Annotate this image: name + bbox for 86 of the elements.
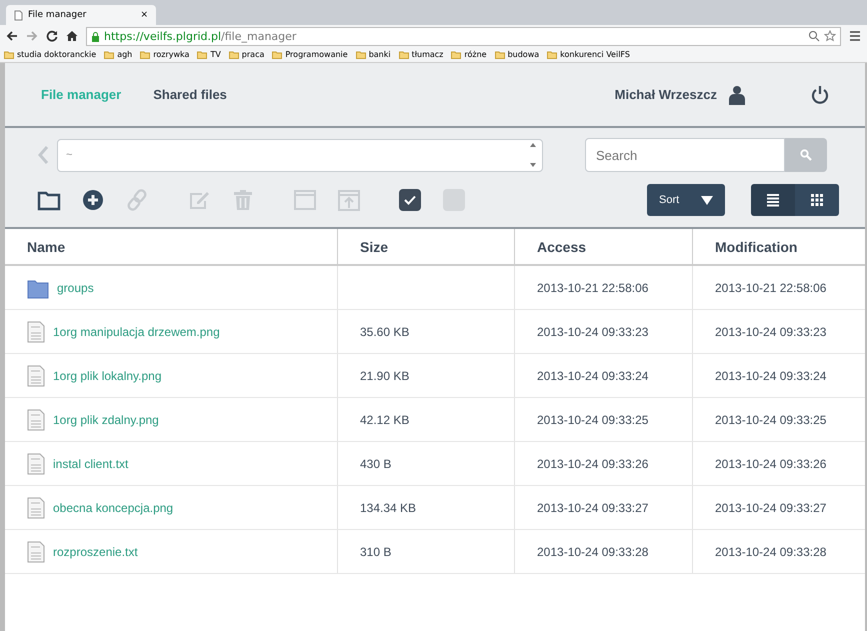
column-header[interactable]: Access: [514, 229, 692, 265]
bookmark[interactable]: tłumacz: [398, 50, 444, 59]
document-icon: [27, 496, 45, 518]
table-cell: 2013-10-24 09:33:27: [715, 500, 826, 514]
tab-title: File manager: [28, 10, 88, 20]
list-view-button[interactable]: [751, 184, 795, 216]
grid-view-button[interactable]: [795, 184, 839, 216]
bookmark[interactable]: rozrywka: [140, 50, 190, 59]
folder-icon: [547, 50, 558, 58]
table-cell: 42.12 KB: [360, 412, 410, 426]
home-icon[interactable]: [66, 30, 78, 42]
browser-tab[interactable]: File manager ×: [6, 5, 156, 25]
url-text: https://veilfs.plgrid.pl/file_manager: [104, 30, 296, 42]
folder-icon: [197, 50, 208, 58]
folder-icon: [451, 50, 462, 58]
bookmark[interactable]: studia doktoranckie: [4, 50, 96, 59]
folder-icon: [494, 50, 505, 58]
table-cell: 2013-10-24 09:33:23: [537, 324, 648, 338]
bookmark[interactable]: TV: [197, 50, 221, 59]
bookmark[interactable]: agh: [104, 50, 132, 59]
table-cell: 2013-10-24 09:33:26: [715, 456, 826, 470]
bookmark[interactable]: różne: [451, 50, 487, 59]
column-header[interactable]: Name: [5, 229, 338, 265]
document-icon: [27, 540, 45, 562]
bookmark[interactable]: praca: [228, 50, 264, 59]
sort-button[interactable]: Sort: [647, 184, 725, 216]
table-cell: 2013-10-24 09:33:25: [715, 412, 826, 426]
table-cell: 2013-10-24 09:33:26: [537, 456, 648, 470]
table-cell: 2013-10-24 09:33:27: [537, 500, 648, 514]
page-icon: [14, 10, 23, 20]
table-cell: 21.90 KB: [360, 368, 410, 382]
add-icon: [81, 188, 105, 212]
upload-icon: [337, 188, 361, 212]
lock-icon: [91, 30, 100, 42]
table-cell: 2013-10-21 22:58:06: [537, 280, 648, 294]
folder-icon: [140, 50, 150, 58]
reload-icon[interactable]: [46, 30, 58, 42]
folder-icon: [272, 50, 282, 58]
link-icon: [125, 188, 149, 212]
folder-icon: [104, 50, 114, 58]
user-icon[interactable]: [727, 84, 747, 104]
folder-icon: [228, 50, 239, 58]
table-cell: 2013-10-24 09:33:24: [715, 368, 826, 382]
table-cell: 2013-10-24 09:33:25: [537, 412, 648, 426]
address-bar[interactable]: https://veilfs.plgrid.pl/file_manager: [86, 26, 841, 46]
bookmark[interactable]: Programowanie: [272, 50, 348, 59]
close-tab-button[interactable]: ×: [140, 10, 148, 20]
bookmark[interactable]: konkurenci VeilFS: [547, 50, 630, 59]
table-cell: 310 B: [360, 544, 392, 558]
document-icon: [27, 320, 45, 342]
checkbox[interactable]: [399, 189, 421, 211]
back-icon[interactable]: [6, 30, 18, 42]
table-cell: 35.60 KB: [360, 324, 410, 338]
nav-tab[interactable]: Shared files: [153, 87, 227, 102]
folder-icon: [356, 50, 366, 58]
document-icon: [27, 364, 45, 386]
user-name: Michał Wrzeszcz: [614, 87, 717, 102]
menu-icon[interactable]: [849, 30, 861, 42]
table-cell: 430 B: [360, 456, 392, 470]
folder-icon: [398, 50, 409, 58]
folder-icon: [4, 50, 14, 58]
table-cell: 2013-10-21 22:58:06: [715, 280, 826, 294]
table-cell: 2013-10-24 09:33:28: [715, 544, 826, 558]
check-icon: [404, 195, 416, 205]
search-icon: [800, 149, 812, 161]
zoom-icon[interactable]: [808, 30, 820, 42]
column-header[interactable]: Modification: [692, 229, 865, 265]
grid-icon: [810, 193, 824, 207]
table-cell: 134.34 KB: [360, 500, 416, 514]
bookmark[interactable]: budowa: [494, 50, 540, 59]
document-icon: [27, 452, 45, 474]
window-icon: [293, 188, 317, 212]
table-cell: 2013-10-24 09:33:23: [715, 324, 826, 338]
trash-icon: [231, 188, 255, 212]
table-cell: 2013-10-24 09:33:24: [537, 368, 648, 382]
bookmark[interactable]: banki: [356, 50, 391, 59]
table-cell: 2013-10-24 09:33:28: [537, 544, 648, 558]
caret-icon: [701, 196, 713, 204]
star-icon[interactable]: [824, 30, 836, 42]
document-icon: [27, 408, 45, 430]
power-icon[interactable]: [811, 84, 829, 104]
checkbox[interactable]: [443, 189, 465, 211]
search-field[interactable]: Search: [585, 138, 785, 172]
column-header[interactable]: Size: [338, 229, 514, 265]
list-icon: [766, 193, 780, 207]
add-button[interactable]: [81, 188, 105, 212]
